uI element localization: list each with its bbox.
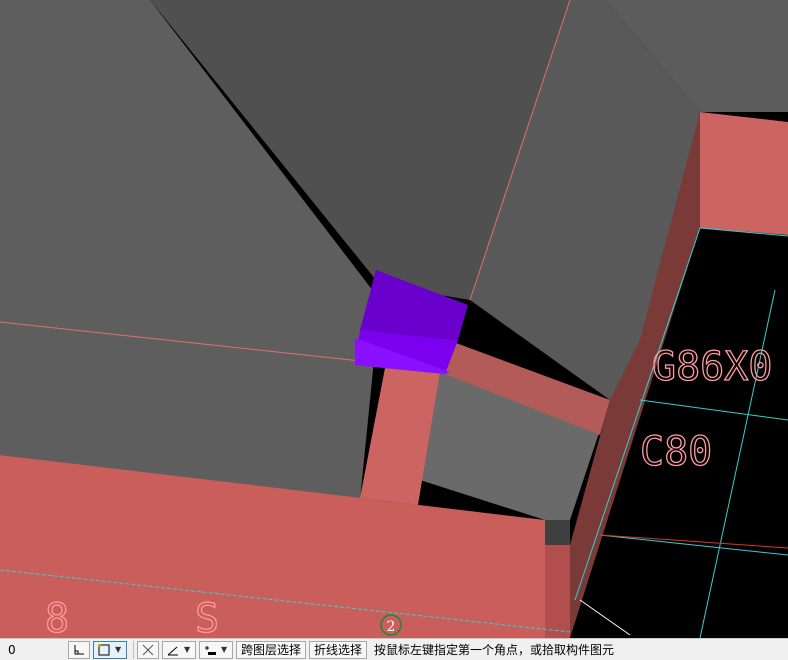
ortho-snap-icon: [74, 644, 84, 654]
angle-button[interactable]: ▼: [162, 640, 196, 659]
polyline-select-button[interactable]: 折线选择: [309, 640, 368, 659]
floor-code-label: 8: [45, 596, 69, 638]
command-prompt: 按鼠标左键指定第一个角点，或拾取构件图元: [374, 643, 615, 657]
wall-top-face: [700, 112, 788, 235]
coordinate-readout: 0: [8, 642, 16, 657]
offset-icon: [205, 645, 216, 655]
cross-button[interactable]: [137, 640, 159, 659]
ortho-snap-button[interactable]: [68, 640, 90, 659]
cross-layer-select-button[interactable]: 跨图层选择: [236, 640, 307, 659]
select-box-icon: [98, 643, 110, 655]
slab-edge: [545, 520, 570, 545]
status-bar: 0 ▼ ▼ ▼ 跨图层选择 折线选择 按鼠标左键指定第一个角点，或拾取构件图元: [0, 638, 788, 660]
select-box-button[interactable]: ▼: [93, 640, 127, 659]
floor-slab-side: [545, 545, 570, 638]
separator: [133, 640, 134, 659]
angle-icon: [167, 646, 178, 655]
chevron-down-icon: ▼: [221, 645, 228, 654]
marker-number: 2: [387, 619, 396, 635]
offset-button[interactable]: ▼: [199, 640, 233, 659]
3d-viewport[interactable]: G86X0 C80 8 S 2: [0, 0, 788, 638]
chevron-down-icon: ▼: [115, 645, 122, 654]
floor-code-label-2: S: [195, 596, 219, 638]
dimension-label: G86X0: [652, 344, 772, 390]
cross-icon: [142, 644, 154, 655]
code-label: C80: [640, 429, 712, 475]
chevron-down-icon: ▼: [184, 645, 191, 654]
